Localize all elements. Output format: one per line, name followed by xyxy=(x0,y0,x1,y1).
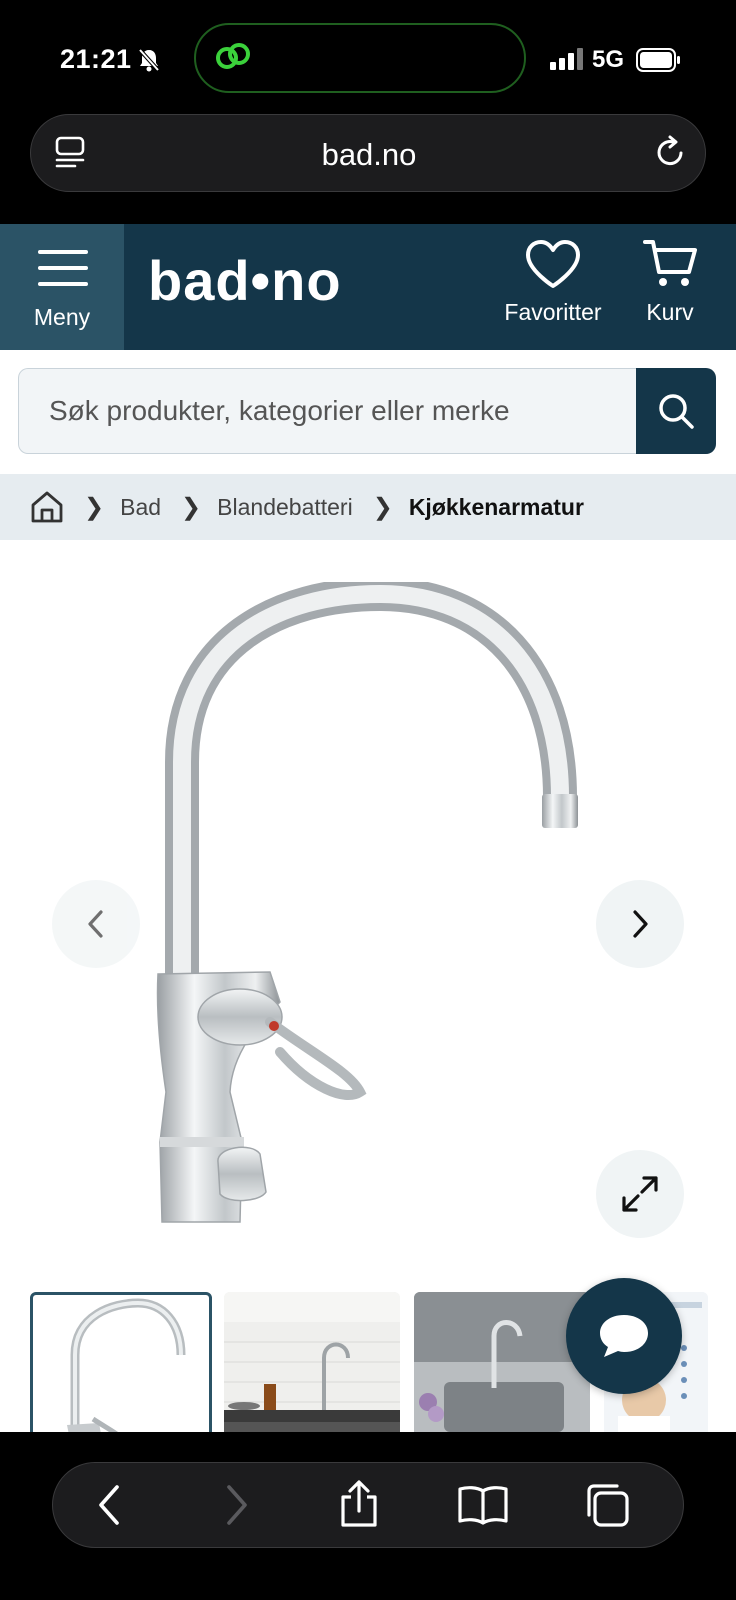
chat-button[interactable] xyxy=(566,1278,682,1394)
chevron-right-icon: ❯ xyxy=(84,493,105,521)
breadcrumb-home[interactable] xyxy=(30,490,64,524)
forward-icon[interactable] xyxy=(221,1483,251,1527)
hamburger-icon xyxy=(38,250,88,286)
menu-button[interactable]: Meny xyxy=(0,224,124,350)
thumbnail-2[interactable] xyxy=(224,1292,400,1442)
book-icon[interactable] xyxy=(457,1483,509,1527)
site-header: Meny bad•no Favoritter Kurv xyxy=(0,224,736,350)
favorites-label: Favoritter xyxy=(504,299,602,325)
chevron-left-icon xyxy=(88,910,103,938)
status-bar: 21:21 5G xyxy=(0,0,736,112)
cart-icon xyxy=(643,240,697,286)
search-button[interactable] xyxy=(636,368,716,454)
cart-button[interactable]: Kurv xyxy=(630,238,710,326)
favorites-button[interactable]: Favoritter xyxy=(498,238,608,326)
browser-toolbar xyxy=(0,1432,736,1600)
faucet-thumbnail-image xyxy=(67,1298,186,1439)
tabs-overview-icon[interactable] xyxy=(583,1481,631,1529)
chevron-right-icon: ❯ xyxy=(181,493,202,521)
kitchen-thumbnail-image xyxy=(224,1292,400,1442)
chevron-right-icon xyxy=(633,910,648,938)
bell-slash-icon xyxy=(138,48,160,72)
battery-icon xyxy=(636,48,680,72)
thumbnail-1[interactable] xyxy=(30,1292,212,1442)
heart-icon xyxy=(526,240,580,288)
signal-icon xyxy=(550,48,583,70)
back-icon[interactable] xyxy=(95,1483,125,1527)
menu-label: Meny xyxy=(33,304,91,330)
fullscreen-button[interactable] xyxy=(596,1150,684,1238)
url-text[interactable]: bad.no xyxy=(31,137,707,173)
previous-image-button[interactable] xyxy=(52,880,140,968)
home-icon xyxy=(31,491,63,523)
network-type: 5G xyxy=(592,46,625,73)
product-image[interactable] xyxy=(120,582,600,1242)
search-area xyxy=(0,350,736,474)
toolbar-pill xyxy=(52,1462,684,1548)
search-input[interactable] xyxy=(18,368,638,454)
breadcrumb-current: Kjøkkenarmatur xyxy=(408,493,584,520)
reload-icon[interactable] xyxy=(651,133,689,171)
share-icon[interactable] xyxy=(337,1479,381,1529)
product-gallery xyxy=(0,540,736,1442)
expand-icon xyxy=(622,1176,658,1212)
dynamic-island xyxy=(194,23,526,93)
breadcrumb-item-bad[interactable]: Bad xyxy=(120,494,161,521)
breadcrumb-item-blandebatteri[interactable]: Blandebatteri xyxy=(217,494,353,521)
chevron-right-icon: ❯ xyxy=(372,493,393,521)
site-logo[interactable]: bad•no xyxy=(148,248,342,313)
next-image-button[interactable] xyxy=(596,880,684,968)
status-time: 21:21 xyxy=(60,44,132,74)
breadcrumb: ❯ Bad ❯ Blandebatteri ❯ Kjøkkenarmatur xyxy=(0,474,736,540)
thumbnail-3[interactable] xyxy=(414,1292,590,1442)
chat-icon xyxy=(600,1315,648,1357)
app-activity-icon xyxy=(216,43,250,69)
search-icon xyxy=(659,394,694,429)
cart-label: Kurv xyxy=(646,299,694,325)
sink-thumbnail-image xyxy=(414,1292,590,1442)
address-bar[interactable]: bad.no xyxy=(30,114,706,192)
